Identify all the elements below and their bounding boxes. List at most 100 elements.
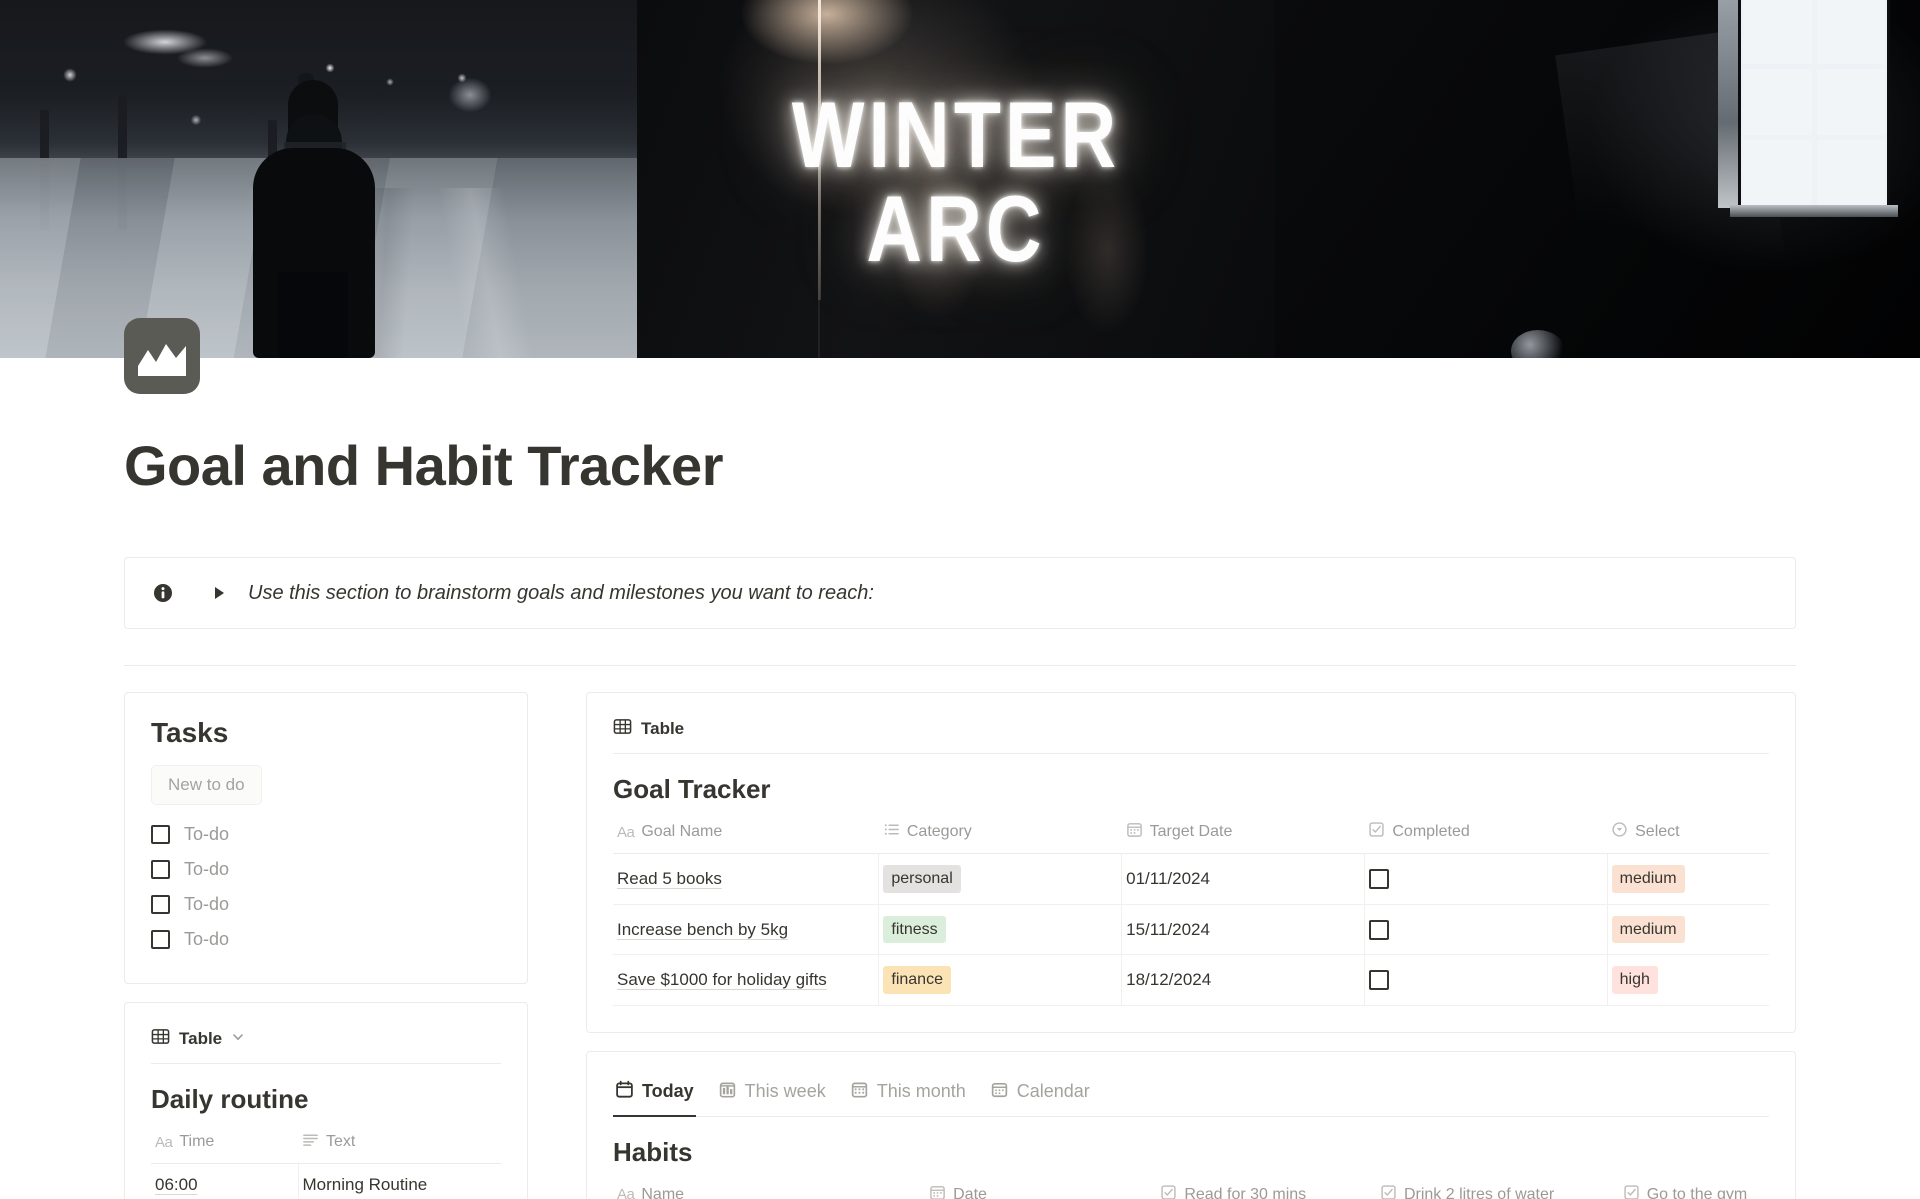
tab-this-month[interactable]: This month [848, 1076, 968, 1117]
calendar-icon [990, 1080, 1009, 1104]
cell-select: medium [1607, 853, 1769, 905]
priority-tag: high [1611, 966, 1658, 994]
page-title: Goal and Habit Tracker [124, 434, 723, 497]
column-header-category[interactable]: Category [878, 815, 1122, 855]
todo-checkbox[interactable] [151, 930, 170, 950]
column-header-read-30-mins[interactable]: Read for 30 mins [1156, 1177, 1376, 1199]
goal-tracker-table: Aa Goal Name Category Target Date Comple… [613, 815, 1769, 1006]
routine-text: Morning Routine [302, 1175, 428, 1195]
todo-label: To-do [184, 859, 230, 880]
goal-tracker-view-label: Table [641, 719, 685, 739]
cell-goal-name: Increase bench by 5kg [613, 904, 880, 956]
habits-table: Aa Name Date Read for 30 mins Drink 2 li… [613, 1177, 1769, 1199]
column-header-select[interactable]: Select [1607, 815, 1769, 855]
daily-routine-card: Table Daily routine Aa Time Text 06:00 M… [124, 1002, 528, 1199]
left-column: Tasks New to do To-do To-do To-do To-do [124, 692, 528, 1199]
right-column: Table Goal Tracker Aa Goal Name Category… [586, 692, 1796, 1199]
column-label: Category [906, 823, 972, 841]
window-sill [1730, 205, 1898, 217]
cell-goal-name: Read 5 books [613, 853, 880, 905]
column-label: Target Date [1149, 823, 1233, 841]
table-row[interactable]: Increase bench by 5kg fitness 15/11/2024… [613, 904, 1769, 956]
priority-tag: medium [1611, 865, 1685, 893]
text-type-icon: Aa [617, 823, 635, 841]
tab-label: Calendar [1016, 1081, 1090, 1102]
todo-item[interactable]: To-do [151, 852, 501, 887]
habits-card: Today This week This month Calendar Habi… [586, 1050, 1796, 1199]
todo-checkbox[interactable] [151, 825, 170, 845]
todo-checkbox[interactable] [151, 860, 170, 880]
cell-select: high [1607, 954, 1769, 1006]
column-header-goal-name[interactable]: Aa Goal Name [613, 815, 879, 855]
completed-checkbox[interactable] [1368, 869, 1389, 890]
todo-label: To-do [184, 929, 230, 950]
todo-item[interactable]: To-do [151, 817, 501, 852]
column-header-time[interactable]: Aa Time [151, 1125, 298, 1165]
cell-time: 06:00 [151, 1163, 299, 1199]
target-date: 15/11/2024 [1126, 919, 1210, 939]
goal-tracker-view-switcher[interactable]: Table [613, 717, 1769, 755]
table-icon [151, 1027, 170, 1051]
column-label: Select [1635, 823, 1680, 841]
table-header-row: Aa Time Text [151, 1125, 501, 1165]
chevron-down-icon[interactable] [231, 1029, 245, 1049]
category-tag: finance [883, 966, 951, 994]
daily-routine-view-label: Table [179, 1029, 223, 1049]
goal-name-link[interactable]: Increase bench by 5kg [617, 920, 788, 939]
two-column-layout: Tasks New to do To-do To-do To-do To-do [124, 692, 1796, 1199]
select-icon [1611, 821, 1628, 843]
todo-item[interactable]: To-do [151, 887, 501, 922]
cell-completed [1364, 954, 1608, 1006]
cell-target-date: 18/12/2024 [1121, 954, 1365, 1006]
goal-tracker-card: Table Goal Tracker Aa Goal Name Category… [586, 692, 1796, 1033]
checkbox-icon [1368, 821, 1385, 843]
daily-routine-view-switcher[interactable]: Table [151, 1027, 501, 1065]
todo-checkbox[interactable] [151, 895, 170, 915]
completed-checkbox[interactable] [1368, 970, 1389, 991]
tab-today[interactable]: Today [613, 1076, 696, 1117]
goal-name-link[interactable]: Read 5 books [617, 869, 722, 888]
table-header-row: Aa Goal Name Category Target Date Comple… [613, 815, 1769, 855]
checkbox-icon [1160, 1184, 1177, 1199]
page-icon-line-chart[interactable] [124, 318, 200, 394]
cell-target-date: 01/11/2024 [1121, 853, 1365, 905]
new-todo-button[interactable]: New to do [151, 765, 262, 806]
target-date: 18/12/2024 [1126, 970, 1212, 990]
toggle-triangle-icon[interactable] [215, 587, 224, 600]
table-row[interactable]: Read 5 books personal 01/11/2024 medium [613, 853, 1769, 905]
table-row[interactable]: Save $1000 for holiday gifts finance 18/… [613, 954, 1769, 1006]
routine-time[interactable]: 06:00 [155, 1175, 198, 1194]
todo-item[interactable]: To-do [151, 922, 501, 957]
column-label: Date [953, 1185, 987, 1199]
column-label: Read for 30 mins [1184, 1185, 1307, 1199]
table-row[interactable]: 06:00 Morning Routine [151, 1163, 501, 1199]
completed-checkbox[interactable] [1368, 919, 1389, 940]
cell-category: finance [878, 954, 1123, 1006]
column-header-target-date[interactable]: Target Date [1121, 815, 1365, 855]
column-header-text[interactable]: Text [298, 1125, 501, 1165]
column-header-name[interactable]: Aa Name [613, 1177, 926, 1199]
callout-block[interactable]: Use this section to brainstorm goals and… [124, 557, 1796, 630]
goal-name-link[interactable]: Save $1000 for holiday gifts [617, 970, 827, 989]
tasks-title: Tasks [151, 717, 229, 749]
callout-text: Use this section to brainstorm goals and… [248, 581, 874, 604]
cell-category: fitness [878, 904, 1123, 956]
habits-view-tabs: Today This week This month Calendar [613, 1076, 1769, 1117]
column-header-date[interactable]: Date [925, 1177, 1157, 1199]
page-cover-banner: WINTER ARC [0, 0, 1920, 358]
column-header-drink-water[interactable]: Drink 2 litres of water [1375, 1177, 1619, 1199]
tab-calendar[interactable]: Calendar [988, 1076, 1092, 1117]
table-header-row: Aa Name Date Read for 30 mins Drink 2 li… [613, 1177, 1769, 1199]
today-calendar-icon [615, 1080, 634, 1104]
goal-tracker-title: Goal Tracker [613, 774, 771, 805]
column-label: Goal Name [641, 823, 723, 841]
tab-this-week[interactable]: This week [716, 1076, 828, 1117]
tab-label: This week [744, 1081, 826, 1102]
cell-select: medium [1607, 904, 1769, 956]
habits-title: Habits [613, 1136, 693, 1167]
column-header-completed[interactable]: Completed [1364, 815, 1608, 855]
text-type-icon: Aa [155, 1133, 173, 1151]
cover-panel-snowy-street [0, 0, 637, 358]
cover-panel-dark-room [1275, 0, 1920, 358]
column-header-go-to-gym[interactable]: Go to the gym [1618, 1177, 1769, 1199]
